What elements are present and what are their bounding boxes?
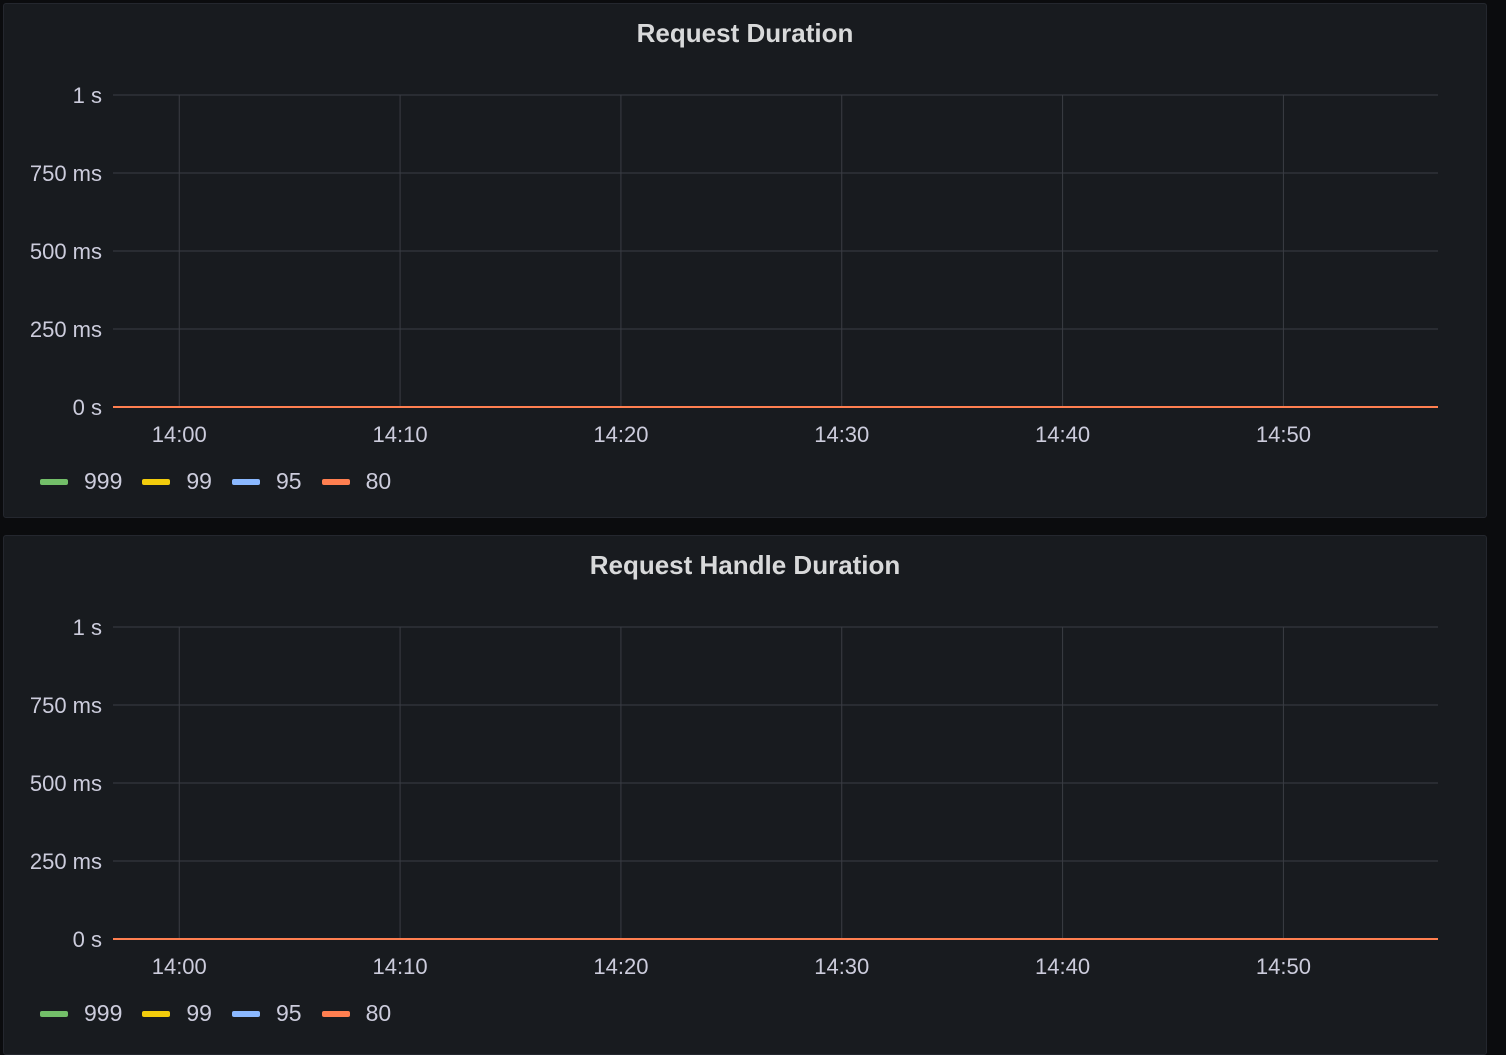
legend-label: 80 <box>365 468 392 494</box>
legend-item-999[interactable]: 999 <box>40 468 122 495</box>
x-tick-label: 14:50 <box>1256 954 1311 979</box>
legend: 999 99 95 80 <box>40 1000 411 1027</box>
legend-item-99[interactable]: 99 <box>142 1000 212 1027</box>
legend-label: 999 <box>84 1000 123 1026</box>
panel-request-duration: Request Duration 0 s 250 ms 500 ms 750 ms 1 … <box>3 3 1487 518</box>
legend-item-80[interactable]: 80 <box>321 1000 392 1027</box>
y-tick-label: 750 ms <box>30 693 102 718</box>
legend-swatch <box>40 478 68 485</box>
legend-swatch <box>40 1010 68 1017</box>
legend-label: 99 <box>186 468 212 494</box>
x-tick-label: 14:20 <box>593 422 648 447</box>
x-tick-label: 14:10 <box>373 422 428 447</box>
x-tick-label: 14:20 <box>593 954 648 979</box>
legend-label: 80 <box>365 1000 392 1026</box>
y-tick-label: 500 ms <box>30 771 102 796</box>
x-tick-label: 14:50 <box>1256 422 1311 447</box>
x-tick-label: 14:40 <box>1035 954 1090 979</box>
x-tick-label: 14:00 <box>152 954 207 979</box>
legend-swatch <box>231 1010 260 1017</box>
legend-item-999[interactable]: 999 <box>40 1000 122 1027</box>
y-tick-label: 1 s <box>73 615 102 640</box>
y-tick-label: 1 s <box>73 83 102 108</box>
legend-swatch <box>142 478 171 485</box>
legend-item-99[interactable]: 99 <box>142 468 212 495</box>
y-tick-label: 500 ms <box>30 239 102 264</box>
y-tick-label: 0 s <box>73 395 102 420</box>
panel-request-handle-duration: Request Handle Duration 0 s 250 ms 500 ms 7… <box>3 535 1487 1055</box>
x-tick-label: 14:40 <box>1035 422 1090 447</box>
legend-swatch <box>321 1010 350 1017</box>
x-tick-label: 14:10 <box>373 954 428 979</box>
legend-swatch <box>142 1010 171 1017</box>
x-tick-label: 14:30 <box>814 954 869 979</box>
legend-item-80[interactable]: 80 <box>321 468 392 495</box>
legend: 999 99 95 80 <box>40 468 411 495</box>
legend-label: 999 <box>84 468 123 494</box>
y-tick-label: 250 ms <box>30 849 102 874</box>
legend-item-95[interactable]: 95 <box>231 468 302 495</box>
chart-request-duration: 0 s 250 ms 500 ms 750 ms 1 s 14:00 14:10 14:20 1… <box>30 83 1438 447</box>
y-tick-label: 750 ms <box>30 161 102 186</box>
legend-label: 99 <box>186 1000 212 1026</box>
legend-swatch <box>321 478 350 485</box>
legend-item-95[interactable]: 95 <box>231 1000 302 1027</box>
y-tick-label: 250 ms <box>30 317 102 342</box>
y-tick-label: 0 s <box>73 927 102 952</box>
legend-label: 95 <box>275 1000 302 1026</box>
legend-swatch <box>231 478 260 485</box>
x-tick-label: 14:00 <box>152 422 207 447</box>
legend-label: 95 <box>275 468 302 494</box>
chart-request-handle-duration: 0 s 250 ms 500 ms 750 ms 1 s 14:00 14:10 14:20 1… <box>30 615 1438 979</box>
x-tick-label: 14:30 <box>814 422 869 447</box>
